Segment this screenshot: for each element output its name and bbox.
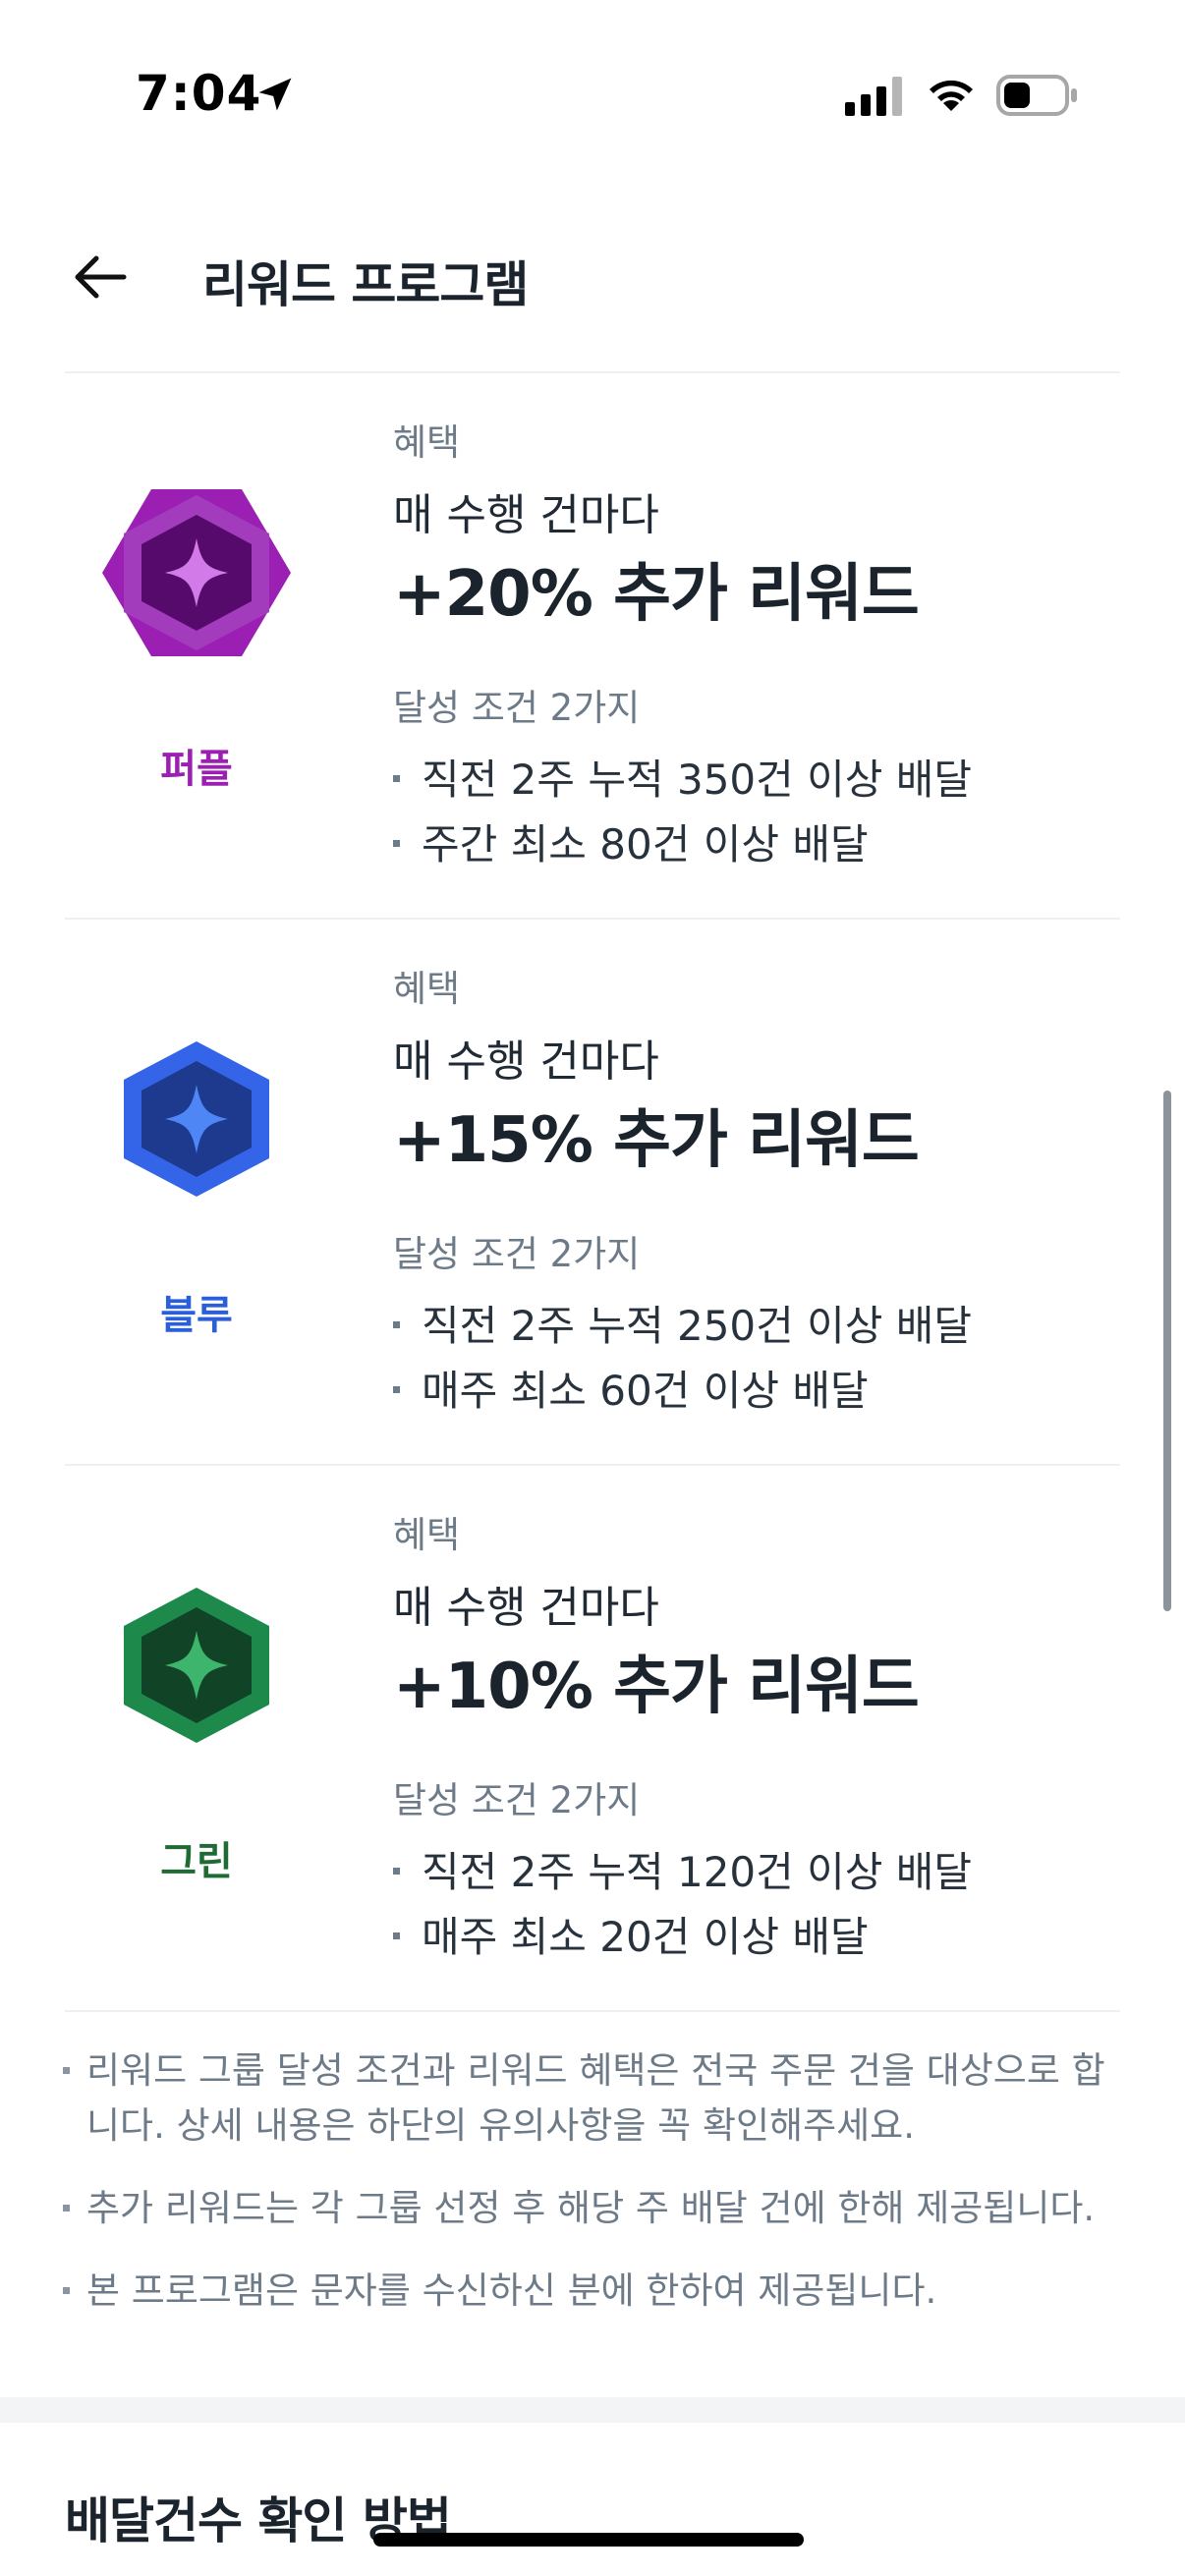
condition-item: 직전 2주 누적 350건 이상 배달 — [393, 747, 972, 807]
reward-amount: +10% 추가 리워드 — [393, 1651, 920, 1723]
condition-item: 매주 최소 20건 이상 배달 — [393, 1904, 869, 1964]
purple-hexagon-badge-icon — [102, 489, 291, 656]
conditions-label: 달성 조건 2가지 — [393, 687, 641, 729]
arrow-left-icon — [75, 255, 127, 299]
scrollbar[interactable] — [1163, 1091, 1171, 1611]
battery-icon — [996, 75, 1077, 116]
tier-name: 퍼플 — [160, 747, 233, 792]
notice-item: 리워드 그룹 달성 조건과 리워드 혜택은 전국 주문 건을 대상으로 합니다.… — [63, 2044, 1124, 2154]
tier-purple: 퍼플 혜택 매 수행 건마다 +20% 추가 리워드 달성 조건 2가지 직전 … — [0, 371, 1185, 918]
tier-blue: 블루 혜택 매 수행 건마다 +15% 추가 리워드 달성 조건 2가지 직전 … — [0, 918, 1185, 1464]
tier-name: 블루 — [160, 1293, 233, 1338]
conditions-label: 달성 조건 2가지 — [393, 1233, 641, 1275]
wifi-icon — [930, 80, 973, 111]
benefit-label: 혜택 — [393, 1514, 461, 1556]
condition-item: 직전 2주 누적 120건 이상 배달 — [393, 1839, 972, 1899]
section-separator — [0, 2397, 1185, 2423]
location-arrow-icon — [258, 78, 292, 111]
condition-item: 매주 최소 60건 이상 배달 — [393, 1358, 869, 1418]
page-title: 리워드 프로그램 — [202, 256, 529, 313]
blue-hexagon-badge-icon — [124, 1041, 269, 1197]
green-hexagon-badge-icon — [124, 1588, 269, 1743]
per-delivery-text: 매 수행 건마다 — [393, 1036, 659, 1087]
condition-item: 직전 2주 누적 250건 이상 배달 — [393, 1293, 972, 1353]
notice-item: 본 프로그램은 문자를 수신하신 분에 한하여 제공됩니다. — [63, 2264, 1124, 2319]
tier-name: 그린 — [160, 1839, 233, 1884]
home-indicator[interactable] — [373, 2533, 804, 2547]
back-button[interactable] — [65, 242, 136, 312]
notice-item: 추가 리워드는 각 그룹 선정 후 해당 주 배달 건에 한해 제공됩니다. — [63, 2181, 1124, 2236]
benefit-label: 혜택 — [393, 421, 461, 464]
cellular-signal-icon — [845, 77, 902, 116]
per-delivery-text: 매 수행 건마다 — [393, 1583, 659, 1633]
condition-item: 주간 최소 80건 이상 배달 — [393, 812, 869, 871]
tier-green: 그린 혜택 매 수행 건마다 +10% 추가 리워드 달성 조건 2가지 직전 … — [0, 1464, 1185, 2010]
page-header: 리워드 프로그램 — [0, 187, 1185, 364]
reward-amount: +15% 추가 리워드 — [393, 1104, 920, 1177]
benefit-label: 혜택 — [393, 968, 461, 1010]
reward-amount: +20% 추가 리워드 — [393, 558, 920, 631]
status-bar: 7:04 — [0, 0, 1185, 187]
notice-list: 리워드 그룹 달성 조건과 리워드 혜택은 전국 주문 건을 대상으로 합니다.… — [63, 2044, 1124, 2346]
status-time: 7:04 — [136, 65, 262, 122]
divider — [65, 2010, 1120, 2012]
per-delivery-text: 매 수행 건마다 — [393, 490, 659, 540]
conditions-label: 달성 조건 2가지 — [393, 1779, 641, 1821]
